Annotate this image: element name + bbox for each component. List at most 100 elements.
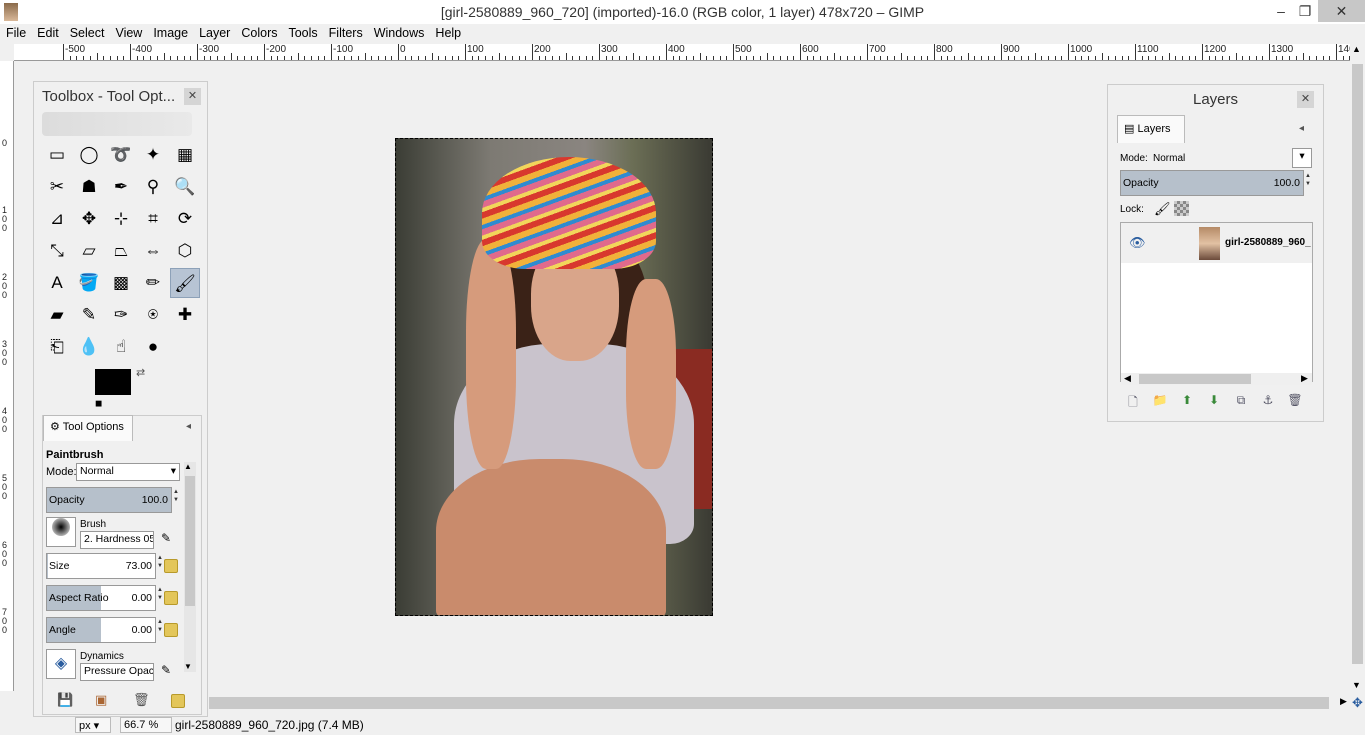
new-layer-icon[interactable]: 🗋 [1124,393,1142,409]
delete-layer-icon[interactable]: 🗑 [1286,393,1304,409]
rect-select-icon[interactable]: ▭ [42,140,72,170]
tab-layers[interactable]: ▤ Layers [1117,115,1185,143]
perspective-clone-icon[interactable]: ⎗ [42,332,72,362]
alignment-icon[interactable]: ⊹ [106,204,136,234]
image-photo[interactable] [395,138,713,616]
perspective-icon[interactable]: ⏢ [106,236,136,266]
paths-icon[interactable]: ✒ [106,172,136,202]
restore-options-icon[interactable]: ▣ [95,692,107,708]
vertical-scroll-thumb[interactable] [1352,64,1363,664]
maximize-button[interactable]: ❐ [1290,0,1320,22]
move-icon[interactable]: ✥ [74,204,104,234]
horizontal-scrollbar[interactable]: ▶ [205,695,1350,711]
layers-tab-menu-icon[interactable]: ◂ [1299,123,1304,134]
menu-filters[interactable]: Filters [323,24,368,40]
close-button[interactable]: ✕ [1318,0,1365,22]
layers-close-icon[interactable]: ✕ [1297,91,1314,108]
scroll-right-icon[interactable]: ▶ [1340,696,1347,707]
blur-sharpen-icon[interactable]: 💧 [74,332,104,362]
tool-options-scrollbar[interactable]: ▲ ▼ [184,462,196,672]
toolbox-close-icon[interactable]: ✕ [184,88,201,105]
edit-brush-icon[interactable]: ✎ [161,531,171,545]
opacity-spin[interactable]: ▲ ▼ [172,488,180,504]
scroll-up-icon[interactable]: ▲ [1352,44,1361,54]
aspect-ratio-slider[interactable]: Aspect Ratio 0.00 [46,585,156,611]
dodge-burn-icon[interactable]: ● [138,332,168,362]
eye-icon[interactable]: 👁 [1129,235,1146,251]
layers-opacity-spin[interactable]: ▲ ▼ [1304,172,1312,188]
delete-options-icon[interactable]: 🗑 [133,692,150,708]
menu-tools[interactable]: Tools [282,24,322,40]
rotate-icon[interactable]: ⟳ [170,204,200,234]
dynamics-preview-icon[interactable]: ◈ [46,649,76,679]
lower-layer-icon[interactable]: ⬇ [1205,393,1223,409]
lock-pixels-icon[interactable]: 🖌 [1154,201,1171,217]
menu-windows[interactable]: Windows [368,24,430,40]
tab-menu-icon[interactable]: ◂ [186,421,191,432]
layer-name[interactable]: girl-2580889_960_ [1225,237,1311,248]
aspect-ratio-spin[interactable]: ▲ ▼ [156,586,164,602]
size-spin[interactable]: ▲ ▼ [156,554,164,570]
eraser-icon[interactable]: ▰ [42,300,72,330]
menu-layer[interactable]: Layer [193,24,235,40]
select-by-color-icon[interactable]: ▦ [170,140,200,170]
clone-icon[interactable]: ⍟ [138,300,168,330]
horizontal-scroll-thumb[interactable] [209,697,1329,709]
vertical-scrollbar[interactable]: ▲ ▼ [1350,44,1365,694]
reset-options-icon[interactable] [171,694,185,708]
menu-file[interactable]: File [0,24,31,40]
angle-spin[interactable]: ▲ ▼ [156,618,164,634]
pencil-icon[interactable]: ✏ [138,268,168,298]
mode-dropdown[interactable]: Normal ▾ [76,463,180,481]
ellipse-select-icon[interactable]: ◯ [74,140,104,170]
brush-name-field[interactable]: 2. Hardness 050 [80,531,154,549]
cage-transform-icon[interactable]: ⬡ [170,236,200,266]
vertical-ruler[interactable]: 0 100 200 300 400 500 600 700 [0,61,14,691]
lock-alpha-icon[interactable] [1174,201,1189,216]
aspect-ratio-reset-icon[interactable] [164,591,178,605]
heal-icon[interactable]: ✚ [170,300,200,330]
angle-reset-icon[interactable] [164,623,178,637]
tab-tool-options[interactable]: ⚙ Tool Options [43,415,133,441]
color-picker-icon[interactable]: ⚲ [138,172,168,202]
navigate-icon[interactable]: ✥ [1350,695,1365,711]
menu-colors[interactable]: Colors [235,24,282,40]
dynamics-name-field[interactable]: Pressure Opacit [80,663,154,681]
new-layer-group-icon[interactable]: 📁 [1151,393,1169,409]
foreground-color-swatch[interactable] [95,369,131,395]
free-select-icon[interactable]: ➰ [106,140,136,170]
zoom-selector[interactable]: 66.7 % [120,717,172,733]
layer-list-scroll-thumb[interactable] [1139,374,1251,384]
duplicate-layer-icon[interactable]: ⧉ [1232,393,1250,409]
layer-row[interactable]: 👁 girl-2580889_960_ [1121,223,1312,263]
size-reset-icon[interactable] [164,559,178,573]
opacity-slider[interactable]: Opacity 100.0 [46,487,172,513]
edit-dynamics-icon[interactable]: ✎ [161,663,171,677]
blend-icon[interactable]: ▩ [106,268,136,298]
menu-select[interactable]: Select [64,24,110,40]
layers-mode-dropdown[interactable]: ▾ [1292,148,1312,168]
scissors-select-icon[interactable]: ✂ [42,172,72,202]
smudge-icon[interactable]: ☝ [106,332,136,362]
anchor-layer-icon[interactable]: ⚓ [1259,393,1277,409]
swap-colors-icon[interactable]: ⇄ [136,366,145,379]
menu-view[interactable]: View [109,24,147,40]
zoom-icon[interactable]: 🔍 [170,172,200,202]
layer-list-hscrollbar[interactable]: ◀ ▶ [1121,373,1312,385]
brush-preview[interactable] [46,517,76,547]
layers-opacity-slider[interactable]: Opacity 100.0 [1120,170,1304,196]
shear-icon[interactable]: ▱ [74,236,104,266]
menu-image[interactable]: Image [147,24,193,40]
unit-selector[interactable]: px ▾ [75,717,111,733]
foreground-select-icon[interactable]: ☗ [74,172,104,202]
wilber-drop-area[interactable] [42,112,192,136]
bucket-fill-icon[interactable]: 🪣 [74,268,104,298]
horizontal-ruler[interactable]: -500 -400 -300 -200 -100 0 100 200 300 400 500 600 7… [14,44,1350,61]
crop-icon[interactable]: ⌗ [138,204,168,234]
menu-help[interactable]: Help [429,24,466,40]
angle-slider[interactable]: Angle 0.00 [46,617,156,643]
text-icon[interactable]: A [42,268,72,298]
size-slider[interactable]: Size 73.00 [46,553,156,579]
fuzzy-select-icon[interactable]: ✦ [138,140,168,170]
save-options-icon[interactable]: 💾 [57,692,73,708]
